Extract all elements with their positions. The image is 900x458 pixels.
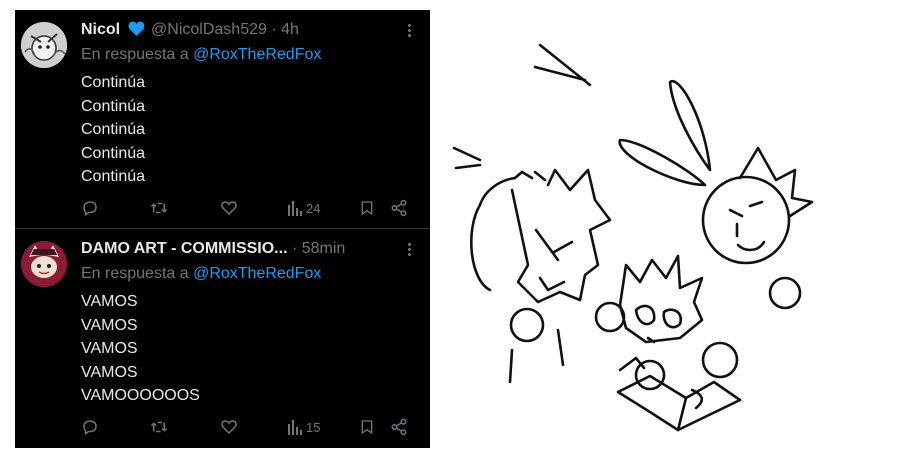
retweet-icon <box>150 421 168 433</box>
tweet-line: Continúa <box>81 97 146 115</box>
reply-prefix: En respuesta a <box>81 46 189 63</box>
tweet-line: VAMOS <box>81 293 138 310</box>
share-icon <box>391 418 407 436</box>
bookmark-icon <box>361 201 373 216</box>
display-name[interactable]: DAMO ART - COMMISSIO... <box>81 240 288 257</box>
tweet-header: Nicol @NicolDash529 · 4h <box>81 21 299 41</box>
views-button[interactable]: 15 <box>287 417 320 437</box>
tweet-line: Continúa <box>81 168 146 185</box>
reply-icon <box>83 420 97 436</box>
share-button[interactable] <box>390 417 408 437</box>
tweet-line: Continúa <box>81 74 146 91</box>
tweet-header: DAMO ART - COMMISSIO... · 58min <box>81 240 345 258</box>
tweet-line: VAMOOOOOOS <box>81 387 200 404</box>
avatar[interactable] <box>21 241 67 287</box>
tweet-line: VAMOS <box>81 363 138 381</box>
sketch-drawing <box>452 43 814 432</box>
reply-button[interactable] <box>81 198 99 218</box>
views-button[interactable]: 24 <box>287 198 320 218</box>
share-icon <box>391 199 407 217</box>
like-icon <box>221 201 237 216</box>
retweet-icon <box>150 202 168 214</box>
tweet-line: Continúa <box>81 144 146 162</box>
like-button[interactable] <box>220 198 238 218</box>
tweet-actions: 24 <box>81 198 416 218</box>
retweet-button[interactable] <box>149 417 169 437</box>
share-button[interactable] <box>390 198 408 218</box>
tweet-line: VAMOS <box>81 316 138 334</box>
views-count: 15 <box>306 419 321 435</box>
views-count: 24 <box>306 200 321 216</box>
handle-and-time[interactable]: · 58min <box>292 240 345 257</box>
display-name[interactable]: Nicol <box>81 21 120 38</box>
verified-heart-icon <box>128 21 145 41</box>
reply-context: En respuesta a @RoxTheRedFox <box>81 265 321 283</box>
like-icon <box>221 420 237 435</box>
bookmark-button[interactable] <box>359 198 375 218</box>
bookmark-icon <box>361 420 373 435</box>
tweet-thread-panel: Nicol @NicolDash529 · 4h En respuesta a … <box>15 10 430 448</box>
tweet-damo-art[interactable]: DAMO ART - COMMISSIO... · 58min En respu… <box>15 229 430 448</box>
reply-mention-link[interactable]: @RoxTheRedFox <box>193 265 321 282</box>
reply-prefix: En respuesta a <box>81 265 189 282</box>
tweet-actions: 15 <box>81 417 416 437</box>
more-options-icon[interactable] <box>408 24 412 39</box>
views-icon <box>288 201 302 216</box>
avatar[interactable] <box>21 22 67 68</box>
reply-icon <box>83 201 97 217</box>
more-options-icon[interactable] <box>408 243 412 258</box>
bookmark-button[interactable] <box>359 417 375 437</box>
tweet-line: VAMOS <box>81 340 138 357</box>
like-button[interactable] <box>220 417 238 437</box>
reply-mention-link[interactable]: @RoxTheRedFox <box>193 46 321 63</box>
tweet-text: Continúa Continúa Continúa Continúa Cont… <box>81 71 145 189</box>
reply-button[interactable] <box>81 417 99 437</box>
tweet-line: Continúa <box>81 121 146 138</box>
tweet-text: VAMOS VAMOS VAMOS VAMOS VAMOOOOOOS <box>81 290 200 408</box>
retweet-button[interactable] <box>149 198 169 218</box>
reply-context: En respuesta a @RoxTheRedFox <box>81 46 321 64</box>
tweet-nicol[interactable]: Nicol @NicolDash529 · 4h En respuesta a … <box>15 10 430 226</box>
handle-and-time[interactable]: @NicolDash529 · 4h <box>151 21 299 38</box>
views-icon <box>288 420 302 435</box>
